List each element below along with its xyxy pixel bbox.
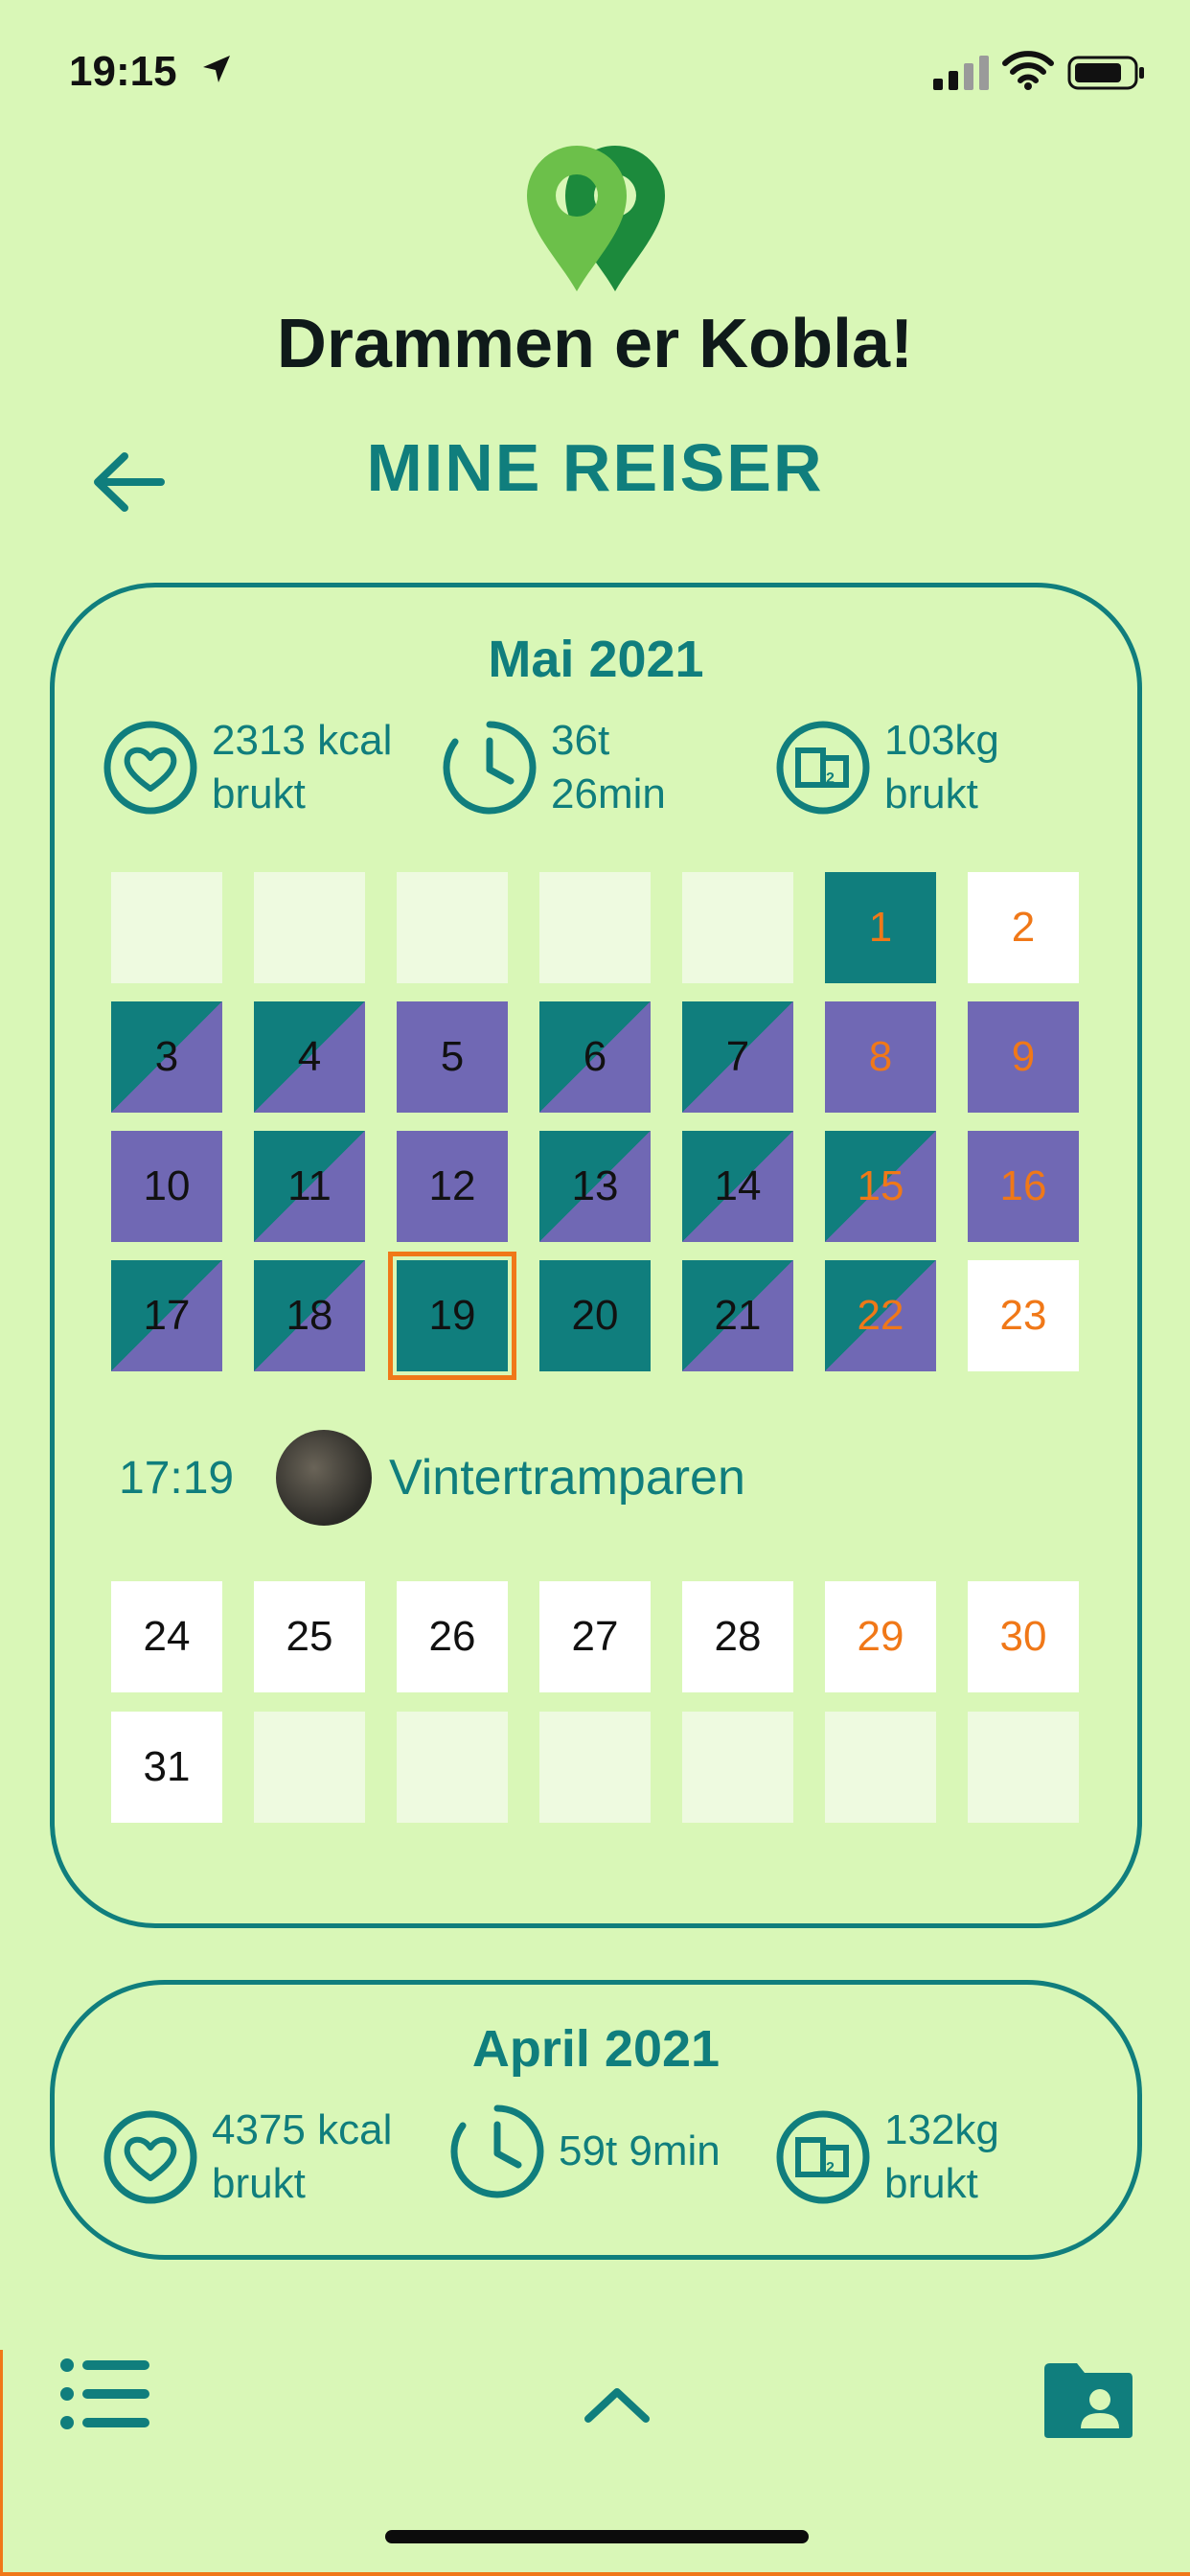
page-title: MINE REISER <box>366 430 824 505</box>
calories-stat: 4375 kcal brukt <box>103 2104 392 2211</box>
calendar-day-6[interactable]: 6 <box>539 1001 651 1113</box>
cellular-signal-icon <box>933 56 989 90</box>
calendar-day-27[interactable]: 27 <box>539 1581 651 1692</box>
calendar-day-empty <box>968 1712 1079 1823</box>
wifi-icon <box>1002 51 1054 90</box>
calendar-day-1[interactable]: 1 <box>825 872 936 983</box>
month-card-april[interactable]: April 2021 4375 kcal brukt 59t 9min 2 13… <box>50 1980 1142 2260</box>
calendar-day-26[interactable]: 26 <box>397 1581 508 1692</box>
calendar-day-empty <box>539 872 651 983</box>
calendar-day-19[interactable]: 19 <box>388 1252 516 1380</box>
calendar-day-5[interactable]: 5 <box>397 1001 508 1113</box>
calendar-day-29[interactable]: 29 <box>825 1581 936 1692</box>
heart-icon <box>103 2110 197 2204</box>
calories-value: 4375 kcal brukt <box>212 2106 393 2207</box>
profile-folder-icon[interactable] <box>1041 2359 1136 2440</box>
month-title: April 2021 <box>471 2020 721 2078</box>
calendar-day-7[interactable]: 7 <box>682 1001 793 1113</box>
calendar-day-15[interactable]: 15 <box>825 1131 936 1242</box>
svg-text:2: 2 <box>826 2160 835 2176</box>
co2-stat: 2 103kg brukt <box>775 714 999 821</box>
calendar-day-23[interactable]: 23 <box>968 1260 1079 1371</box>
location-arrow-icon <box>203 56 230 82</box>
trip-time: 17:19 <box>119 1452 235 1504</box>
status-time: 19:15 <box>69 48 177 95</box>
calories-stat: 2313 kcal brukt <box>103 714 392 821</box>
calendar-day-10[interactable]: 10 <box>111 1131 222 1242</box>
calendar-day-12[interactable]: 12 <box>397 1131 508 1242</box>
co2-value: 103kg brukt <box>884 717 999 817</box>
calendar-day-9[interactable]: 9 <box>968 1001 1079 1113</box>
calendar-day-13[interactable]: 13 <box>539 1131 651 1242</box>
calendar-day-28[interactable]: 28 <box>682 1581 793 1692</box>
calories-value: 2313 kcal brukt <box>212 717 393 817</box>
calendar-day-empty <box>825 1712 936 1823</box>
calendar-day-empty <box>254 872 365 983</box>
calendar-day-31[interactable]: 31 <box>111 1712 222 1823</box>
calendar-day-empty <box>111 872 222 983</box>
heart-icon <box>103 721 197 815</box>
co2-value: 132kg brukt <box>884 2106 999 2207</box>
calendar-day-24[interactable]: 24 <box>111 1581 222 1692</box>
calendar-day-empty <box>682 872 793 983</box>
calendar-day-11[interactable]: 11 <box>254 1131 365 1242</box>
calendar-day-empty <box>397 872 508 983</box>
calendar-day-22[interactable]: 22 <box>825 1260 936 1371</box>
month-title: Mai 2021 <box>488 631 704 688</box>
calendar-day-empty <box>539 1712 651 1823</box>
battery-icon <box>1067 56 1144 90</box>
calendar-day-3[interactable]: 3 <box>111 1001 222 1113</box>
calendar-day-21[interactable]: 21 <box>682 1260 793 1371</box>
calendar-day-20[interactable]: 20 <box>539 1260 651 1371</box>
calendar-day-empty <box>254 1712 365 1823</box>
duration-stat: 59t 9min <box>449 2104 721 2199</box>
calendar-day-16[interactable]: 16 <box>968 1131 1079 1242</box>
chevron-up-icon[interactable] <box>583 2384 652 2425</box>
calendar-day-2[interactable]: 2 <box>968 872 1079 983</box>
bottom-accent <box>0 2350 3 2576</box>
calendar-day-8[interactable]: 8 <box>825 1001 936 1113</box>
co2-stat: 2 132kg brukt <box>775 2104 999 2211</box>
list-menu-icon[interactable] <box>59 2358 149 2430</box>
calendar-day-14[interactable]: 14 <box>682 1131 793 1242</box>
co2-icon: 2 <box>776 721 870 815</box>
svg-text:2: 2 <box>826 770 835 787</box>
calendar-day-4[interactable]: 4 <box>254 1001 365 1113</box>
calendar-day-empty <box>682 1712 793 1823</box>
clock-icon <box>443 721 537 815</box>
co2-icon: 2 <box>776 2110 870 2204</box>
bottom-accent <box>0 2572 1190 2576</box>
trip-avatar <box>276 1430 372 1526</box>
clock-icon <box>450 2104 544 2198</box>
calendar-day-18[interactable]: 18 <box>254 1260 365 1371</box>
calendar-day-empty <box>397 1712 508 1823</box>
trip-row[interactable]: 17:19 Vintertramparen <box>119 1430 745 1526</box>
calendar-day-17[interactable]: 17 <box>111 1260 222 1371</box>
app-title: Drammen er Kobla! <box>276 306 914 382</box>
trip-name: Vintertramparen <box>389 1450 745 1506</box>
home-indicator[interactable] <box>385 2530 809 2543</box>
app-logo-icon <box>527 146 665 291</box>
duration-value: 59t 9min <box>559 2128 721 2174</box>
duration-stat: 36t 26min <box>442 714 666 821</box>
duration-value: 36t 26min <box>551 717 666 817</box>
calendar-day-25[interactable]: 25 <box>254 1581 365 1692</box>
calendar-day-30[interactable]: 30 <box>968 1581 1079 1692</box>
